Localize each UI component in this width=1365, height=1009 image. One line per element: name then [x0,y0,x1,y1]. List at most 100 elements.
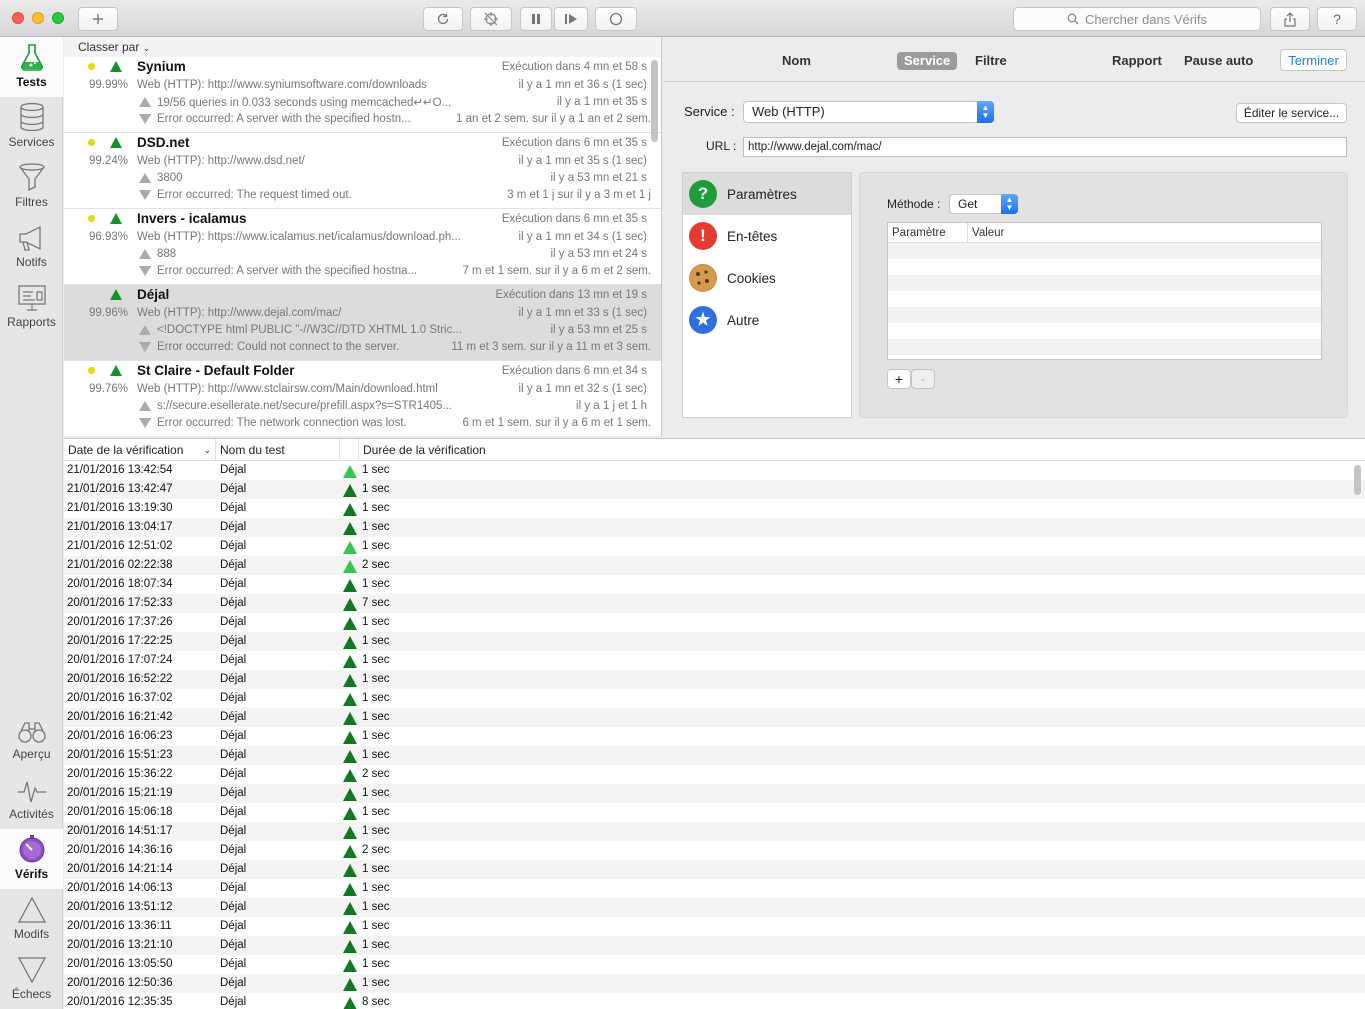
sidebar-item-verifs[interactable]: Vérifs [0,829,63,889]
remove-parameter-button[interactable]: - [911,369,935,389]
close-window-button[interactable] [12,12,24,24]
check-test-name: Déjal [220,844,247,856]
url-field[interactable]: http://www.dejal.com/mac/ [743,137,1347,157]
category-cookies[interactable]: Cookies [683,257,851,299]
table-row[interactable]: 21/01/2016 02:22:38 Déjal 2 sec [64,556,1365,575]
up-status-icon [343,883,357,896]
refresh-icon [437,13,449,25]
tab-nom[interactable]: Nom [782,52,811,70]
test-url-time: il y a 1 mn et 36 s (1 sec) [518,78,647,91]
test-item[interactable]: Invers - icalamus Exécution dans 6 mn et … [64,209,661,285]
table-row[interactable]: 20/01/2016 17:52:33 Déjal 7 sec [64,594,1365,613]
table-row[interactable]: 20/01/2016 14:06:13 Déjal 1 sec [64,879,1365,898]
category-en-tetes[interactable]: ! En-têtes [683,215,851,257]
table-row[interactable]: 20/01/2016 16:06:23 Déjal 1 sec [64,727,1365,746]
verifications-scrollbar[interactable] [1354,465,1361,495]
table-row[interactable]: 20/01/2016 12:35:35 Déjal 8 sec [64,993,1365,1009]
table-row[interactable]: 20/01/2016 15:06:18 Déjal 1 sec [64,803,1365,822]
tab-filtre[interactable]: Filtre [975,52,1007,70]
tab-rapport[interactable]: Rapport [1112,52,1162,70]
column-header-name[interactable]: Nom du test [216,439,340,461]
table-row[interactable]: 20/01/2016 15:36:22 Déjal 2 sec [64,765,1365,784]
category-autre[interactable]: ★ Autre [683,299,851,341]
zoom-window-button[interactable] [52,12,64,24]
tab-pause-auto[interactable]: Pause auto [1184,52,1253,70]
test-last-change: s://secure.esellerate.net/secure/prefill… [157,399,452,412]
star-icon: ★ [689,306,717,334]
add-test-button[interactable] [78,7,118,31]
table-row[interactable]: 21/01/2016 13:04:17 Déjal 1 sec [64,518,1365,537]
up-status-icon [343,465,357,478]
sidebar-item-apercu[interactable]: Aperçu [0,709,63,769]
tab-service[interactable]: Service [897,52,958,70]
table-row[interactable]: 20/01/2016 17:37:26 Déjal 1 sec [64,613,1365,632]
table-row[interactable]: 20/01/2016 15:21:19 Déjal 1 sec [64,784,1365,803]
table-row[interactable]: 21/01/2016 13:42:47 Déjal 1 sec [64,480,1365,499]
test-item[interactable]: Synium Exécution dans 4 mn et 58 s 99.99% W… [64,57,661,133]
method-popup[interactable]: Get ▲ ▼ [949,194,1018,214]
column-header-valeur[interactable]: Valeur [968,223,1004,242]
table-row[interactable]: 20/01/2016 13:21:10 Déjal 1 sec [64,936,1365,955]
table-row[interactable]: 21/01/2016 13:42:54 Déjal 1 sec [64,461,1365,480]
table-row[interactable]: 20/01/2016 14:21:14 Déjal 1 sec [64,860,1365,879]
table-row[interactable]: 20/01/2016 16:37:02 Déjal 1 sec [64,689,1365,708]
edit-service-button[interactable]: Éditer le service... [1236,103,1347,123]
service-popup[interactable]: Web (HTTP) ▲ ▼ [743,101,994,123]
table-row[interactable]: 20/01/2016 14:36:16 Déjal 2 sec [64,841,1365,860]
table-row[interactable]: 20/01/2016 12:50:36 Déjal 1 sec [64,974,1365,993]
table-row[interactable]: 20/01/2016 16:21:42 Déjal 1 sec [64,708,1365,727]
refresh-button[interactable] [423,7,463,31]
table-row[interactable]: 20/01/2016 16:52:22 Déjal 1 sec [64,670,1365,689]
sidebar-item-activites[interactable]: Activités [0,769,63,829]
binoculars-icon [17,722,46,743]
sidebar-item-notifs[interactable]: Notifs [0,217,63,277]
column-header-status[interactable] [340,439,359,461]
table-row[interactable]: 20/01/2016 13:05:50 Déjal 1 sec [64,955,1365,974]
sidebar-item-modifs[interactable]: Modifs [0,889,63,949]
help-button[interactable]: ? [1317,7,1357,31]
check-date: 20/01/2016 16:21:42 [67,711,173,723]
sidebar-item-echecs[interactable]: Échecs [0,949,63,1009]
check-date: 20/01/2016 13:21:10 [67,939,173,951]
column-header-duration[interactable]: Durée de la vérification [359,439,559,461]
test-item[interactable]: St Claire - Default Folder Exécution dans… [64,361,661,436]
test-last-error: Error occurred: The network connection w… [157,416,407,429]
table-row[interactable]: 21/01/2016 13:19:30 Déjal 1 sec [64,499,1365,518]
test-item[interactable]: Déjal Exécution dans 13 mn et 19 s 99.96% W… [64,285,661,361]
table-row[interactable]: 20/01/2016 17:22:25 Déjal 1 sec [64,632,1365,651]
search-field[interactable]: Chercher dans Vérifs [1013,7,1261,31]
sidebar-item-filtres[interactable]: Filtres [0,157,63,217]
pause-button[interactable] [520,7,552,31]
table-row[interactable]: 20/01/2016 13:36:11 Déjal 1 sec [64,917,1365,936]
minimize-window-button[interactable] [32,12,44,24]
up-status-icon [343,845,357,858]
sidebar-item-tests[interactable]: Tests [0,37,63,97]
table-row[interactable]: 20/01/2016 18:07:34 Déjal 1 sec [64,575,1365,594]
table-row[interactable]: 20/01/2016 17:07:24 Déjal 1 sec [64,651,1365,670]
test-item[interactable]: DSD.net Exécution dans 6 mn et 35 s 99.24%… [64,133,661,209]
table-row[interactable]: 20/01/2016 15:51:23 Déjal 1 sec [64,746,1365,765]
column-header-parametre[interactable]: Paramètre [888,223,968,242]
column-header-date[interactable]: Date de la vérification ⌄ [64,439,216,461]
stop-checking-button[interactable] [470,7,512,31]
funnel-icon [18,163,45,192]
add-parameter-button[interactable]: + [887,369,911,389]
check-test-name: Déjal [220,559,247,571]
resume-button[interactable] [554,7,588,31]
check-date: 20/01/2016 15:36:22 [67,768,173,780]
done-button[interactable]: Terminer [1280,49,1347,71]
sidebar-item-rapports[interactable]: Rapports [0,277,63,337]
test-name: Invers - icalamus [137,211,247,226]
record-button[interactable] [595,7,637,31]
table-row[interactable]: 21/01/2016 12:51:02 Déjal 1 sec [64,537,1365,556]
test-url-time: il y a 1 mn et 33 s (1 sec) [518,306,647,319]
table-row[interactable]: 20/01/2016 13:51:12 Déjal 1 sec [64,898,1365,917]
test-list-scrollbar[interactable] [651,60,658,142]
test-detail-pane: Nom Service Filtre Rapport Pause auto Te… [663,37,1365,436]
share-button[interactable] [1270,7,1310,31]
category-parametres[interactable]: ? Paramètres [683,173,851,215]
sidebar-item-services[interactable]: Services [0,97,63,157]
sort-by-menu[interactable]: Classer par ⌄ [64,37,661,57]
search-icon [1067,13,1079,25]
table-row[interactable]: 20/01/2016 14:51:17 Déjal 1 sec [64,822,1365,841]
